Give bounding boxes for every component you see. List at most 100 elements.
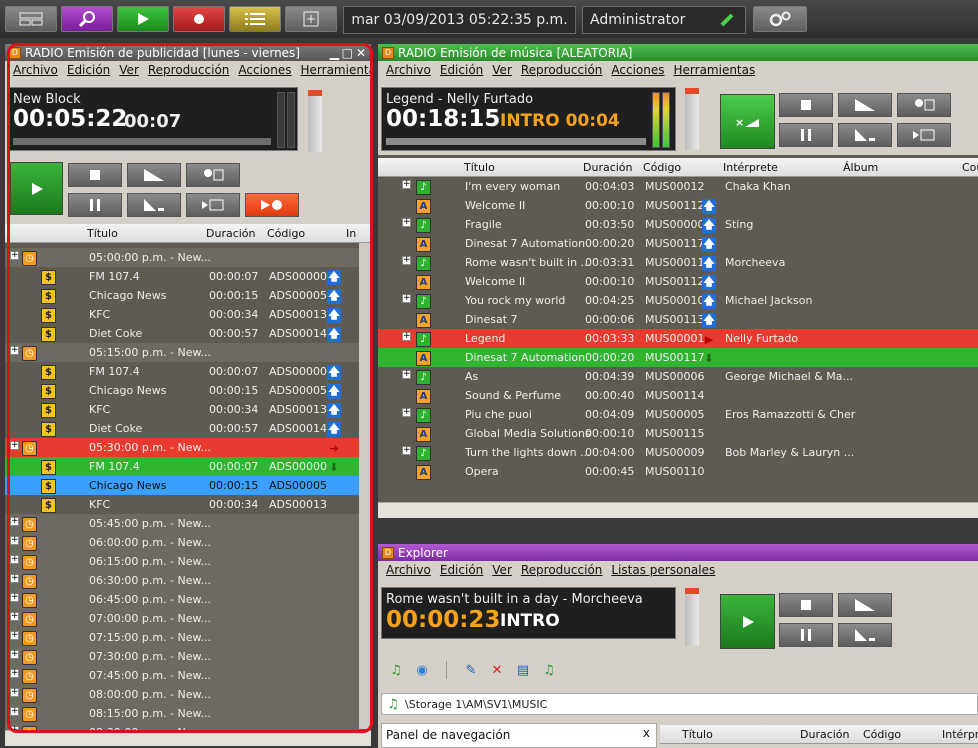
block-row[interactable]: + ◷ 08:15:00 p.m. - New... <box>5 704 359 723</box>
explorer-volume-slider[interactable] <box>685 588 699 646</box>
ad-row[interactable]: $ FM 107.4 00:00:07 ADS00000 ⬇ <box>5 457 359 476</box>
block-row[interactable]: + ◷ 06:45:00 p.m. - New... <box>5 590 359 609</box>
col-codigo[interactable]: Código <box>863 728 901 741</box>
expand-toggle[interactable]: + <box>402 446 411 455</box>
block-row[interactable]: + ◷ 06:30:00 p.m. - New... <box>5 571 359 590</box>
ads-stop-button[interactable] <box>68 163 122 187</box>
ad-row[interactable]: $ Chicago News 00:00:15 ADS00005 <box>5 476 359 495</box>
explorer-pause-button[interactable] <box>779 623 833 647</box>
slider-knob[interactable] <box>685 588 699 594</box>
col-album[interactable]: Álbum <box>843 161 878 174</box>
delete-icon[interactable]: ✕ <box>487 661 507 679</box>
ads-monitor-button[interactable] <box>186 163 240 187</box>
block-row[interactable]: + ◷ 05:15:00 p.m. - New... <box>5 343 359 362</box>
add-music-icon[interactable]: ♫ <box>386 661 406 679</box>
remove-music-icon[interactable]: ♫ <box>539 661 559 679</box>
expand-toggle[interactable]: + <box>402 408 411 417</box>
menu-reproduccion[interactable]: Reproducción <box>521 563 603 577</box>
ad-row[interactable]: $ Chicago News 00:00:15 ADS00005 🡅 <box>5 286 359 305</box>
menu-herramientas[interactable]: Herramientas <box>301 63 372 77</box>
expand-toggle[interactable]: + <box>10 441 19 450</box>
ads-playlist-button[interactable] <box>186 193 240 217</box>
block-row[interactable]: + ◷ 07:45:00 p.m. - New... <box>5 666 359 685</box>
ads-volume-slider[interactable] <box>308 90 322 152</box>
ad-row[interactable]: $ KFC 00:00:34 ADS00013 🡅 <box>5 305 359 324</box>
song-row[interactable]: + ♪ You rock my world 00:04:25 MUS00010 Micha… <box>378 291 978 310</box>
jingle-row[interactable]: A Global Media Solutions 00:00:10 MUS00115 <box>378 424 978 443</box>
block-row[interactable]: + ◷ 07:15:00 p.m. - New... <box>5 628 359 647</box>
expand-toggle[interactable]: + <box>10 631 19 640</box>
ads-next-button[interactable] <box>127 193 181 217</box>
menu-archivo[interactable]: Archivo <box>13 63 58 77</box>
jingle-row[interactable]: A Dinesat 7 Automation 00:00:20 MUS00117 ⬇ <box>378 348 978 367</box>
edit-icon[interactable]: ✎ <box>461 661 481 679</box>
explorer-play-button[interactable] <box>720 594 775 649</box>
col-duracion[interactable]: Duración <box>206 227 256 240</box>
jingle-row[interactable]: A Dinesat 7 Automation 00:00:20 MUS00117 🡅 <box>378 234 978 253</box>
expand-toggle[interactable]: + <box>402 332 411 341</box>
expand-toggle[interactable]: + <box>10 346 19 355</box>
col-interprete[interactable]: Intérprete <box>942 728 978 741</box>
expand-toggle[interactable]: + <box>402 180 411 189</box>
music-horizontal-scrollbar[interactable] <box>378 502 978 518</box>
menu-herramientas[interactable]: Herramientas <box>674 63 756 77</box>
song-row[interactable]: + ♪ Legend 00:03:33 MUS00001 Nelly Furtado ▶ <box>378 329 978 348</box>
expand-toggle[interactable]: + <box>10 517 19 526</box>
block-row[interactable]: + ◷ 07:00:00 p.m. - New... <box>5 609 359 628</box>
expand-toggle[interactable]: + <box>402 294 411 303</box>
menu-archivo[interactable]: Archivo <box>386 563 431 577</box>
expand-toggle[interactable]: + <box>10 593 19 602</box>
expand-toggle[interactable]: + <box>10 707 19 716</box>
music-stop-button[interactable] <box>779 93 833 117</box>
col-codigo[interactable]: Código <box>267 227 305 240</box>
jingle-row[interactable]: A Sound & Perfume 00:00:40 MUS00114 <box>378 386 978 405</box>
menu-ver[interactable]: Ver <box>492 563 512 577</box>
col-cou[interactable]: Cou <box>962 161 978 174</box>
expand-toggle[interactable]: + <box>10 612 19 621</box>
jingle-row[interactable]: A Opera 00:00:45 MUS00110 <box>378 462 978 481</box>
music-monitor-button[interactable] <box>897 93 951 117</box>
col-in[interactable]: In <box>346 227 356 240</box>
user-box[interactable]: Administrator <box>582 6 746 34</box>
explorer-titlebar[interactable]: D Explorer <box>378 544 978 561</box>
menu-ver[interactable]: Ver <box>119 63 139 77</box>
explorer-stop-button[interactable] <box>779 593 833 617</box>
col-titulo[interactable]: Título <box>87 227 118 240</box>
ad-row[interactable]: $ Chicago News 00:00:15 ADS00005 🡅 <box>5 381 359 400</box>
expand-toggle[interactable]: + <box>402 256 411 265</box>
expand-toggle[interactable]: + <box>10 536 19 545</box>
ad-row[interactable]: $ Diet Coke 00:00:57 ADS00014 🡅 <box>5 419 359 438</box>
menu-acciones[interactable]: Acciones <box>238 63 291 77</box>
nav-close-icon[interactable]: x <box>643 726 650 740</box>
ads-horizontal-scrollbar[interactable] <box>5 730 371 746</box>
music-fade-button[interactable] <box>838 93 892 117</box>
ads-schedule-button[interactable] <box>245 193 299 217</box>
col-codigo[interactable]: Código <box>643 161 681 174</box>
col-interprete[interactable]: Intérprete <box>723 161 778 174</box>
ads-pause-button[interactable] <box>68 193 122 217</box>
col-titulo[interactable]: Título <box>682 728 713 741</box>
path-bar[interactable]: ♫ \Storage 1\AM\SV1\MUSIC <box>381 693 978 715</box>
expand-toggle[interactable]: + <box>10 650 19 659</box>
music-mix-button[interactable]: × <box>720 94 775 149</box>
expand-toggle[interactable]: + <box>10 251 19 260</box>
maximize-icon[interactable]: □ <box>342 46 353 60</box>
ads-panel-titlebar[interactable]: D RADIO Emisión de publicidad [lunes - v… <box>5 44 371 61</box>
song-row[interactable]: + ♪ I'm every woman 00:04:03 MUS00012 Chaka K… <box>378 177 978 196</box>
block-row[interactable]: + ◷ 05:00:00 p.m. - New... <box>5 248 359 267</box>
col-duracion[interactable]: Duración <box>583 161 633 174</box>
ad-row[interactable]: $ KFC 00:00:34 ADS00013 🡅 <box>5 400 359 419</box>
menu-reproduccion[interactable]: Reproducción <box>521 63 603 77</box>
ad-row[interactable]: $ Diet Coke 00:00:57 ADS00014 🡅 <box>5 324 359 343</box>
song-row[interactable]: + ♪ Turn the lights down ... 00:04:00 MUS000… <box>378 443 978 462</box>
close-icon[interactable]: ✕ <box>356 46 366 60</box>
menu-listas-personales[interactable]: Listas personales <box>611 563 715 577</box>
music-playlist-button[interactable] <box>897 123 951 147</box>
jingle-row[interactable]: A Welcome II 00:00:10 MUS00112 🡅 <box>378 272 978 291</box>
search-button[interactable] <box>61 6 113 32</box>
ads-vertical-scrollbar[interactable] <box>359 243 371 729</box>
menu-edicion[interactable]: Edición <box>440 563 483 577</box>
jingle-row[interactable]: A Dinesat 7 00:00:06 MUS00113 🡅 <box>378 310 978 329</box>
expand-toggle[interactable]: + <box>10 555 19 564</box>
playlist-button[interactable] <box>229 6 281 32</box>
